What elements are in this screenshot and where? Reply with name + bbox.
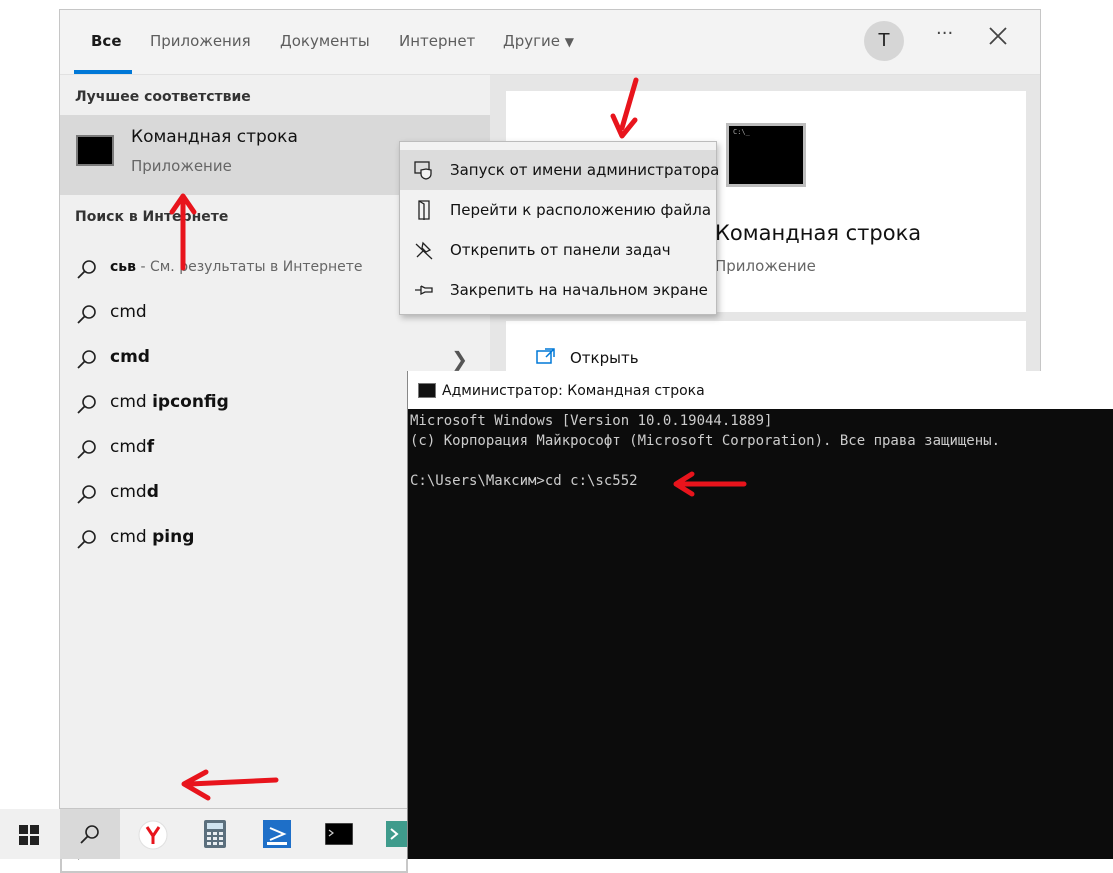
cmd-app-large-icon: C:\_: [726, 123, 806, 187]
suggestion-bold: ipconfig: [152, 392, 229, 412]
search-icon: [80, 825, 99, 844]
more-options-button[interactable]: ···: [936, 23, 960, 44]
menu-item-label: Перейти к расположению файла: [450, 201, 712, 219]
cmd-titlebar[interactable]: Администратор: Командная строка: [408, 371, 1113, 409]
scanner-app-button[interactable]: [246, 809, 306, 859]
search-icon: [77, 485, 96, 504]
windows-start-icon: [19, 825, 39, 845]
shield-icon: [414, 161, 432, 180]
tab-other-label: Другие: [503, 32, 560, 50]
best-match-title: Командная строка: [131, 127, 298, 147]
search-tabs: Все Приложения Документы Интернет Другие…: [60, 10, 1040, 75]
menu-run-as-admin[interactable]: Запуск от имени администратора: [400, 150, 720, 190]
close-icon: [989, 27, 1007, 45]
unpin-icon: [415, 241, 433, 260]
search-icon: [77, 530, 96, 549]
cmd-taskbar-icon: [325, 823, 353, 845]
annotation-arrow-left: [673, 471, 747, 497]
taskbar-search-button[interactable]: [60, 809, 120, 859]
tab-internet[interactable]: Интернет: [399, 32, 475, 50]
suggestion-text: cmd: [110, 392, 153, 412]
console-line: Microsoft Windows [Version 10.0.19044.18…: [410, 413, 773, 429]
active-tab-indicator: [74, 70, 132, 74]
suggestion-text: cmd: [110, 302, 147, 322]
web-search-heading: Поиск в Интернете: [75, 209, 229, 225]
file-location-icon: [418, 200, 430, 220]
cmd-taskbar-button[interactable]: [308, 809, 368, 859]
chevron-right-icon[interactable]: ❯: [451, 347, 468, 371]
close-button[interactable]: [986, 24, 1010, 48]
tab-apps[interactable]: Приложения: [150, 32, 251, 50]
suggestion-bold: cmd: [110, 347, 150, 367]
suggestion-text: cmd: [110, 527, 153, 547]
terminal-icon: [386, 821, 407, 847]
pin-icon: [415, 285, 433, 296]
preview-subtitle: Приложение: [715, 257, 816, 275]
yandex-browser-icon: [138, 820, 168, 850]
annotation-arrow-down: [610, 77, 639, 139]
suggestion-text: cmd: [110, 437, 147, 457]
terminal-button[interactable]: [370, 809, 407, 859]
tab-all[interactable]: Все: [91, 32, 122, 50]
cmd-window: Администратор: Командная строка Microsof…: [407, 371, 1113, 859]
menu-item-label: Запуск от имени администратора: [450, 161, 720, 179]
windows-start-button[interactable]: [0, 809, 60, 859]
open-label: Открыть: [570, 349, 639, 367]
preview-title: Командная строка: [715, 221, 922, 245]
best-match-heading: Лучшее соответствие: [75, 89, 251, 105]
cmd-window-icon: [418, 383, 436, 398]
annotation-arrow-left: [181, 769, 279, 801]
open-icon: [536, 348, 555, 364]
search-icon: [77, 395, 96, 414]
search-icon: [77, 350, 96, 369]
suggestion-bold: ping: [152, 527, 195, 547]
cmd-app-icon: [76, 135, 114, 166]
yandex-browser-button[interactable]: [122, 809, 182, 859]
suggestion-bold: f: [146, 437, 155, 457]
search-icon: [77, 440, 96, 459]
menu-item-label: Закрепить на начальном экране: [450, 281, 708, 299]
menu-open-file-location[interactable]: Перейти к расположению файла: [400, 190, 716, 230]
menu-pin-start[interactable]: Закрепить на начальном экране: [400, 270, 716, 310]
user-avatar[interactable]: T: [864, 21, 904, 61]
tab-other[interactable]: Другие ▼: [503, 32, 574, 50]
cmd-window-title: Администратор: Командная строка: [442, 383, 705, 399]
best-match-subtitle: Приложение: [131, 157, 232, 175]
search-icon: [77, 260, 96, 279]
menu-unpin-taskbar[interactable]: Открепить от панели задач: [400, 230, 716, 270]
calculator-button[interactable]: [184, 809, 244, 859]
web-result-query: сьв: [110, 259, 137, 275]
scanner-app-icon: [263, 820, 291, 848]
calculator-icon: [204, 820, 226, 848]
suggestion-bold: d: [146, 482, 159, 502]
search-icon: [77, 305, 96, 324]
taskbar: [0, 809, 407, 859]
tab-documents[interactable]: Документы: [280, 32, 370, 50]
caret-down-icon: ▼: [564, 35, 574, 49]
console-line: (c) Корпорация Майкрософт (Microsoft Cor…: [410, 433, 1001, 449]
annotation-arrow-up: [169, 193, 197, 271]
menu-item-label: Открепить от панели задач: [450, 241, 671, 259]
context-menu: Запуск от имени администратора Перейти к…: [399, 141, 720, 315]
suggestion-text: cmd: [110, 482, 147, 502]
